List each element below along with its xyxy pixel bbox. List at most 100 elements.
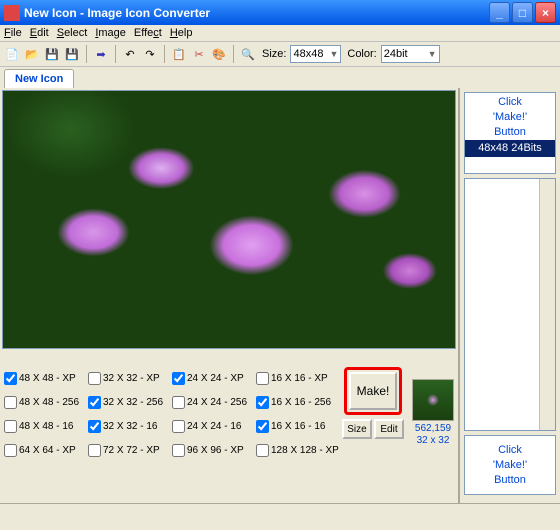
cut-icon[interactable]: ✂ [191,46,207,62]
redo-icon[interactable]: ↷ [142,46,158,62]
format-checkbox[interactable] [256,372,269,385]
format-option[interactable]: 32 X 32 - XP [88,367,170,389]
preview-thumb [412,379,454,421]
format-checkbox[interactable] [256,420,269,433]
hint-line: Click [465,443,555,458]
format-option[interactable]: 72 X 72 - XP [88,439,170,461]
size-select[interactable]: 48x48▼ [290,45,341,63]
format-checkbox[interactable] [256,444,269,457]
format-option[interactable]: 16 X 16 - XP [256,367,338,389]
toolbar: 📄 📂 💾 💾 ➡ ↶ ↷ 📋 ✂ 🎨 🔍 Size: 48x48▼ Color… [0,42,560,67]
format-checkbox[interactable] [4,420,17,433]
format-label: 24 X 24 - XP [187,373,244,384]
scrollbar[interactable] [539,179,555,430]
format-checkbox[interactable] [4,396,17,409]
format-checkbox[interactable] [4,444,17,457]
zoom-icon[interactable]: 🔍 [240,46,256,62]
menu-file[interactable]: File [4,27,22,39]
format-label: 32 X 32 - XP [103,373,160,384]
format-checkbox[interactable] [256,396,269,409]
format-option[interactable]: 48 X 48 - 16 [4,415,86,437]
separator [233,45,234,63]
selected-format[interactable]: 48x48 24Bits [465,140,555,157]
format-option[interactable]: 64 X 64 - XP [4,439,86,461]
format-option[interactable]: 16 X 16 - 256 [256,391,338,413]
menu-edit[interactable]: Edit [30,27,49,39]
format-option[interactable]: 32 X 32 - 16 [88,415,170,437]
save2-icon[interactable]: 💾 [64,46,80,62]
separator [115,45,116,63]
format-option[interactable]: 48 X 48 - 256 [4,391,86,413]
image-list-panel [464,178,556,431]
tab-new-icon[interactable]: New Icon [4,69,74,88]
format-label: 72 X 72 - XP [103,445,160,456]
size-button[interactable]: Size [342,419,372,439]
color-select[interactable]: 24bit▼ [381,45,440,63]
preview-coords: 562,159 [412,423,454,435]
format-option[interactable]: 128 X 128 - XP [256,439,338,461]
separator [86,45,87,63]
format-option[interactable]: 24 X 24 - XP [172,367,254,389]
format-label: 16 X 16 - XP [271,373,328,384]
format-checkbox[interactable] [88,396,101,409]
canvas-image [3,91,455,348]
format-label: 64 X 64 - XP [19,445,76,456]
make-highlight: Make! [344,367,402,415]
hint-line: Button [465,125,555,140]
format-checkbox[interactable] [172,444,185,457]
maximize-button[interactable]: □ [512,2,533,23]
format-checkbox[interactable] [172,396,185,409]
new-icon[interactable]: 📄 [4,46,20,62]
format-checkbox[interactable] [88,444,101,457]
format-label: 48 X 48 - 256 [19,397,79,408]
titlebar[interactable]: New Icon - Image Icon Converter _ □ × [0,0,560,25]
color-label: Color: [347,48,376,60]
menu-effect[interactable]: Effect [134,27,162,39]
format-checkbox[interactable] [88,372,101,385]
size-label: Size: [262,48,286,60]
format-checkbox[interactable] [172,372,185,385]
format-grid: 48 X 48 - XP 32 X 32 - XP 24 X 24 - XP 16 X… [4,367,338,499]
format-label: 32 X 32 - 256 [103,397,163,408]
format-label: 24 X 24 - 16 [187,421,241,432]
formats-list-panel: Click 'Make!' Button 48x48 24Bits [464,92,556,174]
menu-select[interactable]: Select [57,27,88,39]
statusbar [0,503,560,521]
hint-panel: Click 'Make!' Button [464,435,556,495]
format-label: 48 X 48 - 16 [19,421,73,432]
color-icon[interactable]: 🎨 [211,46,227,62]
format-option[interactable]: 16 X 16 - 16 [256,415,338,437]
edit-button[interactable]: Edit [374,419,404,439]
format-option[interactable]: 24 X 24 - 16 [172,415,254,437]
hint-line: Button [465,473,555,488]
preview-dims: 32 x 32 [412,435,454,447]
menubar: File Edit Select Image Effect Help [0,25,560,42]
format-option[interactable]: 96 X 96 - XP [172,439,254,461]
image-canvas[interactable] [2,90,456,349]
format-option[interactable]: 32 X 32 - 256 [88,391,170,413]
menu-help[interactable]: Help [170,27,193,39]
separator [164,45,165,63]
format-label: 16 X 16 - 16 [271,421,325,432]
format-label: 96 X 96 - XP [187,445,244,456]
tab-bar: New Icon [0,67,560,88]
arrow-icon[interactable]: ➡ [93,46,109,62]
format-label: 32 X 32 - 16 [103,421,157,432]
format-option[interactable]: 24 X 24 - 256 [172,391,254,413]
format-label: 24 X 24 - 256 [187,397,247,408]
format-checkbox[interactable] [4,372,17,385]
undo-icon[interactable]: ↶ [122,46,138,62]
make-button[interactable]: Make! [349,372,397,410]
close-button[interactable]: × [535,2,556,23]
menu-image[interactable]: Image [95,27,126,39]
paste-icon[interactable]: 📋 [171,46,187,62]
open-icon[interactable]: 📂 [24,46,40,62]
hint-line: Click [465,95,555,110]
save-icon[interactable]: 💾 [44,46,60,62]
format-option[interactable]: 48 X 48 - XP [4,367,86,389]
format-checkbox[interactable] [172,420,185,433]
minimize-button[interactable]: _ [489,2,510,23]
hint-line: 'Make!' [465,110,555,125]
format-label: 128 X 128 - XP [271,445,339,456]
format-checkbox[interactable] [88,420,101,433]
